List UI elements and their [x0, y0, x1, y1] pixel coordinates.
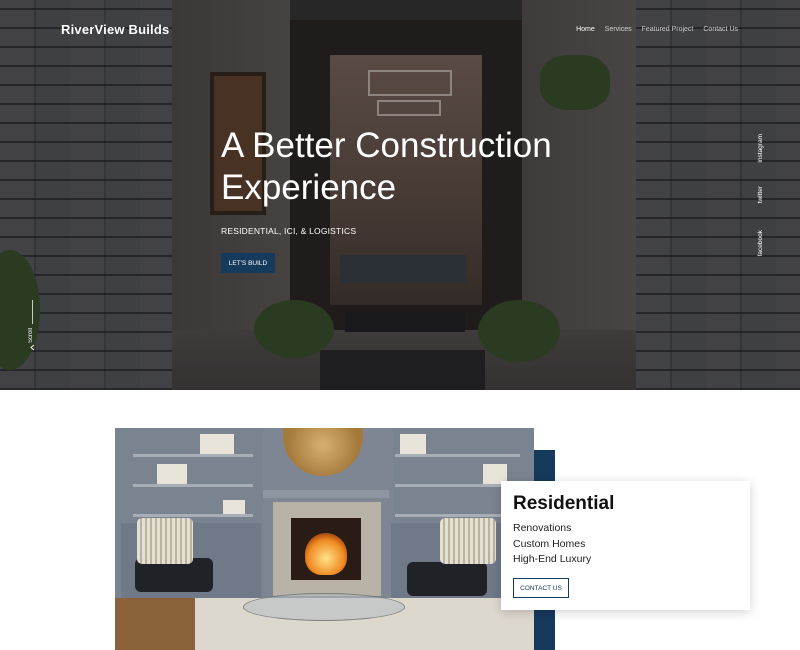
room-books [200, 434, 234, 454]
residential-service-card: Residential Renovations Custom Homes Hig… [501, 481, 750, 610]
room-floor [115, 598, 195, 650]
main-nav: Home Services Featured Project Contact U… [576, 26, 738, 33]
room-shelf [133, 454, 253, 457]
room-sunburst-mirror [283, 428, 363, 476]
nav-item-home[interactable]: Home [576, 26, 595, 33]
room-pillow [137, 518, 193, 564]
social-link-instagram[interactable]: instagram [757, 134, 764, 163]
room-books [400, 434, 426, 454]
scroll-line [32, 300, 33, 324]
hero-title: A Better Construction Experience [221, 125, 641, 209]
room-pillow [440, 518, 496, 564]
contact-us-button[interactable]: CONTACT US [513, 578, 569, 598]
social-link-twitter[interactable]: twitter [757, 186, 764, 203]
nav-item-services[interactable]: Services [605, 26, 632, 33]
room-armchair [407, 562, 487, 596]
room-books [157, 464, 187, 484]
room-mantel [263, 490, 389, 498]
room-coffee-table [243, 593, 405, 621]
scroll-label: Scroll [28, 328, 34, 344]
residential-feature-image [115, 428, 534, 650]
nav-item-contact-us[interactable]: Contact Us [703, 26, 738, 33]
scroll-indicator[interactable]: Scroll [27, 300, 39, 351]
social-link-facebook[interactable]: facebook [757, 230, 764, 256]
brand-logo[interactable]: RiverView Builds [61, 22, 169, 37]
hero-title-line-2: Experience [221, 168, 397, 207]
room-shelf [133, 514, 253, 517]
room-shelf [395, 454, 520, 457]
service-list-item: Custom Homes [513, 537, 586, 550]
service-list-item: Renovations [513, 522, 572, 534]
service-list-item: High-End Luxury [513, 553, 592, 565]
hero-subtitle: RESIDENTIAL, ICI, & LOGISTICS [221, 226, 357, 236]
room-shelf [133, 484, 253, 487]
service-card-title: Residential [513, 493, 615, 514]
hero-title-line-1: A Better Construction [221, 126, 552, 165]
lets-build-button[interactable]: LET'S BUILD [221, 253, 275, 273]
nav-item-featured-project[interactable]: Featured Project [642, 26, 694, 33]
hero-section: RiverView Builds Home Services Featured … [0, 0, 800, 390]
room-books [223, 500, 245, 514]
social-links: instagram twitter facebook [757, 134, 769, 264]
room-fire [305, 533, 347, 575]
chevron-left-icon [30, 344, 35, 351]
service-list: Renovations Custom Homes High-End Luxury [513, 521, 591, 568]
